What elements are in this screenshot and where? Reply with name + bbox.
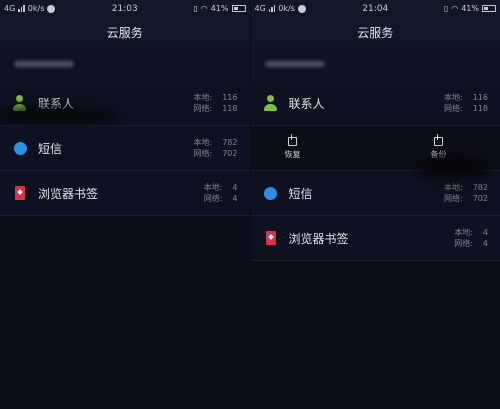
network-speed: 0k/s: [278, 4, 295, 13]
check-icon: [47, 4, 56, 13]
finger-smudge: [415, 155, 490, 181]
signal-icon: [18, 5, 25, 12]
blurred-account: [14, 61, 74, 67]
blurred-account: [264, 61, 325, 67]
restore-icon: [288, 133, 297, 146]
account-name: [0, 47, 250, 81]
page-title: 云服务: [0, 17, 250, 47]
list-item-contacts[interactable]: 联系人 本地: 116 网络: 118: [250, 81, 500, 126]
item-label: 浏览器书签: [288, 231, 349, 246]
network-type: 4G: [254, 4, 266, 13]
network-type: 4G: [4, 4, 16, 13]
item-counts: 本地: 4 网络: 4: [203, 183, 238, 203]
list-item-sms[interactable]: 短信 本地: 782 网络: 702: [0, 126, 250, 171]
list-item-bookmarks[interactable]: 浏览器书签 本地: 4 网络: 4: [0, 171, 250, 216]
left-screen: 4G 0k/s 21:03 ▯ ◠ 41% 云服务 联系人 本地: 116 网络:…: [0, 0, 250, 409]
message-bubble-icon: [263, 185, 279, 201]
item-counts: 本地: 4 网络: 4: [454, 228, 488, 248]
status-bar: 4G 0k/s 21:04 ▯ ◠ 41%: [250, 0, 500, 17]
network-speed: 0k/s: [27, 4, 45, 13]
item-counts: 本地: 116 网络: 118: [193, 93, 238, 113]
battery-percent: 41%: [461, 4, 479, 13]
item-label: 浏览器书签: [38, 186, 99, 201]
finger-smudge: [0, 107, 120, 125]
list-item-contacts[interactable]: 联系人 本地: 116 网络: 118: [0, 81, 250, 126]
signal-icon: [268, 5, 276, 12]
list-item-sms[interactable]: 短信 本地: 782 网络: 702: [250, 155, 500, 216]
person-icon: [263, 95, 279, 111]
status-bar: 4G 0k/s 21:03 ▯ ◠ 41%: [0, 0, 250, 17]
restore-button[interactable]: 恢复: [285, 133, 301, 160]
right-screen: 4G 0k/s 21:04 ▯ ◠ 41% 云服务 联系人 本地: 116 网络:…: [249, 0, 500, 409]
wifi-icon: ◠: [200, 4, 208, 13]
item-counts: 本地: 116 网络: 118: [444, 93, 488, 113]
battery-percent: 41%: [210, 4, 229, 13]
battery-icon: [231, 5, 246, 12]
item-counts: 本地: 782 网络: 702: [193, 138, 238, 158]
item-label: 联系人: [288, 96, 325, 111]
vibrate-icon: ▯: [193, 4, 198, 13]
item-label: 短信: [38, 141, 63, 156]
clock: 21:03: [111, 3, 138, 14]
vibrate-icon: ▯: [443, 4, 449, 13]
battery-icon: [482, 5, 496, 12]
bookmark-icon: [263, 230, 279, 246]
message-bubble-icon: [12, 140, 28, 156]
account-name: [250, 47, 500, 81]
bookmark-icon: [12, 185, 28, 201]
item-counts: 本地: 782 网络: 702: [444, 183, 488, 203]
page-title: 云服务: [250, 17, 500, 47]
check-icon: [297, 4, 306, 13]
item-label: 短信: [288, 186, 313, 201]
list-item-bookmarks[interactable]: 浏览器书签 本地: 4 网络: 4: [250, 216, 500, 261]
wifi-icon: ◠: [451, 4, 459, 13]
backup-icon: [434, 133, 443, 146]
clock: 21:04: [362, 3, 389, 14]
